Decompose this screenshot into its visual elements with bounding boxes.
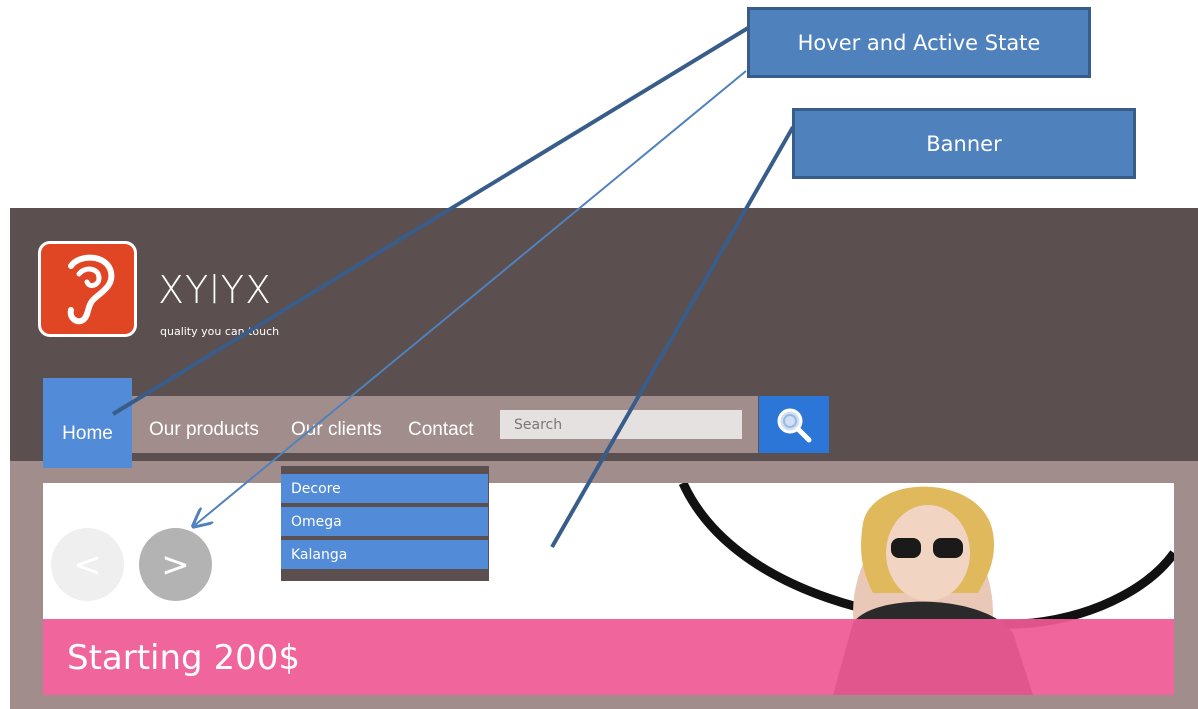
nav-home[interactable]: Home (43, 378, 132, 468)
banner-callout-label: Banner (926, 131, 1002, 156)
nav-products[interactable]: Our products (149, 419, 259, 441)
nav-clients[interactable]: Our clients (291, 419, 382, 441)
dropdown-item-kalanga[interactable]: Kalanga (281, 540, 488, 569)
site-header: XYlYX quality you can touch Home Our pro… (10, 208, 1198, 468)
website-mockup: XYlYX quality you can touch Home Our pro… (10, 208, 1198, 709)
magnifier-icon (777, 408, 812, 442)
banner-caption: Starting 200$ (67, 638, 300, 678)
brand-tagline: quality you can touch (160, 325, 280, 338)
dropdown-item-omega[interactable]: Omega (281, 507, 488, 536)
prev-slide-button[interactable]: < (51, 528, 124, 601)
dropdown-item-decore[interactable]: Decore (281, 474, 488, 503)
banner: < > Starting 200$ (43, 483, 1174, 695)
brand-name: XYlYX (158, 268, 273, 312)
search-button[interactable] (759, 396, 829, 453)
nav-contact[interactable]: Contact (408, 419, 473, 441)
hover-state-callout: Hover and Active State (747, 7, 1091, 78)
hover-state-callout-label: Hover and Active State (797, 30, 1041, 55)
banner-callout: Banner (792, 108, 1136, 179)
nav-home-label: Home (62, 423, 113, 444)
search-input[interactable] (500, 410, 742, 439)
clients-dropdown: Decore Omega Kalanga (281, 466, 489, 581)
next-slide-button[interactable]: > (139, 528, 212, 601)
ear-logo-icon[interactable] (38, 241, 137, 337)
